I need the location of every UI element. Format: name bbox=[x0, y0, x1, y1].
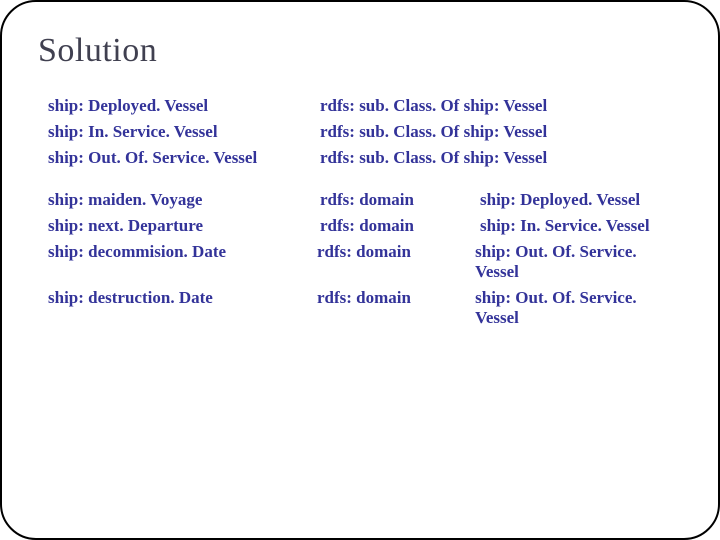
predicate-object: rdfs: sub. Class. Of ship: Vessel bbox=[320, 122, 547, 142]
triple-row: ship: decommision. Date rdfs: domain shi… bbox=[48, 242, 682, 282]
subject: ship: destruction. Date bbox=[48, 288, 317, 308]
triple-row: ship: destruction. Date rdfs: domain shi… bbox=[48, 288, 682, 328]
predicate: rdfs: domain bbox=[317, 242, 475, 262]
triple-row: ship: maiden. Voyage rdfs: domain ship: … bbox=[48, 190, 682, 210]
predicate: rdfs: domain bbox=[320, 190, 480, 210]
subject: ship: next. Departure bbox=[48, 216, 320, 236]
group-separator bbox=[48, 174, 682, 190]
slide-frame: Solution ship: Deployed. Vessel rdfs: su… bbox=[0, 0, 720, 540]
predicate: rdfs: domain bbox=[320, 216, 480, 236]
subject: ship: In. Service. Vessel bbox=[48, 122, 320, 142]
page-title: Solution bbox=[38, 32, 682, 70]
predicate-object: rdfs: sub. Class. Of ship: Vessel bbox=[320, 148, 547, 168]
object: ship: Out. Of. Service. Vessel bbox=[475, 288, 682, 328]
predicate: rdfs: domain bbox=[317, 288, 475, 308]
subject: ship: maiden. Voyage bbox=[48, 190, 320, 210]
object: ship: Out. Of. Service. Vessel bbox=[475, 242, 682, 282]
triple-row: ship: In. Service. Vessel rdfs: sub. Cla… bbox=[48, 122, 682, 142]
object: ship: In. Service. Vessel bbox=[480, 216, 650, 236]
subject: ship: Deployed. Vessel bbox=[48, 96, 320, 116]
triple-row: ship: Deployed. Vessel rdfs: sub. Class.… bbox=[48, 96, 682, 116]
triple-row: ship: next. Departure rdfs: domain ship:… bbox=[48, 216, 682, 236]
object: ship: Deployed. Vessel bbox=[480, 190, 640, 210]
predicate-object: rdfs: sub. Class. Of ship: Vessel bbox=[320, 96, 547, 116]
rdf-statements: ship: Deployed. Vessel rdfs: sub. Class.… bbox=[38, 96, 682, 328]
subject: ship: Out. Of. Service. Vessel bbox=[48, 148, 320, 168]
triple-row: ship: Out. Of. Service. Vessel rdfs: sub… bbox=[48, 148, 682, 168]
subject: ship: decommision. Date bbox=[48, 242, 317, 262]
